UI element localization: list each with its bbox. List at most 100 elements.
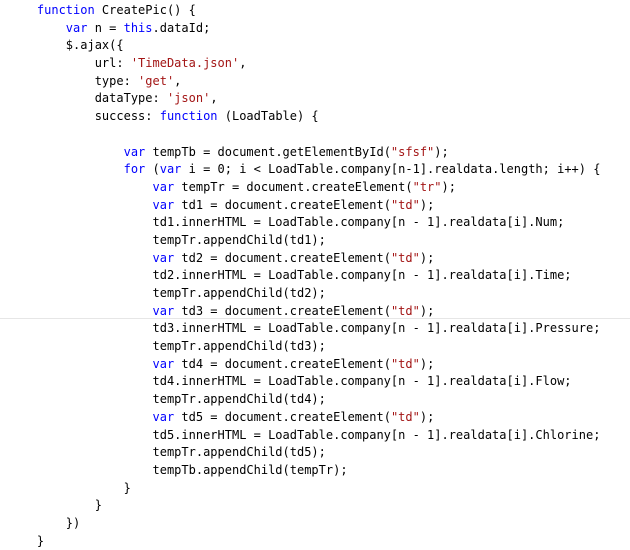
code-token: ( <box>145 162 160 177</box>
code-token-string: "td" <box>390 303 420 318</box>
code-lines: function CreatePic() { var n = this.data… <box>8 2 601 550</box>
code-token: td2 = document.createElement( <box>174 250 391 265</box>
code-token-keyword: function <box>36 3 95 17</box>
code-token: $.ajax({ <box>8 38 124 53</box>
code-token-keyword: var <box>65 20 88 35</box>
code-line: td2.innerHTML = LoadTable.company[n - 1]… <box>8 267 600 285</box>
code-editor[interactable]: function CreatePic() { var n = this.data… <box>0 0 630 548</box>
code-line: tempTr.appendChild(td4); <box>8 391 600 409</box>
code-token: ); <box>419 197 435 212</box>
code-token: tempTr.appendChild(td2); <box>8 286 326 300</box>
code-token-keyword: var <box>152 179 175 194</box>
code-line: tempTr.appendChild(td2); <box>8 285 600 303</box>
code-token: td3 = document.createElement( <box>174 303 391 318</box>
code-token: td2.innerHTML = LoadTable.company[n - 1]… <box>8 268 572 283</box>
code-line: } <box>8 497 600 515</box>
code-line: function CreatePic() { <box>8 2 600 20</box>
code-token-keyword: var <box>159 162 182 177</box>
code-token-string: "sfsf" <box>390 144 435 159</box>
code-token: dataType: <box>8 91 167 106</box>
code-line: success: function (LoadTable) { <box>8 108 600 126</box>
code-token: , <box>174 73 182 88</box>
code-token-string: 'get' <box>138 73 175 88</box>
code-token: ); <box>441 179 456 194</box>
code-line: tempTr.appendChild(td5); <box>8 444 600 462</box>
code-token: tempTr.appendChild(td1); <box>8 232 326 247</box>
code-line: var tempTb = document.getElementById("sf… <box>8 144 600 162</box>
code-token: ); <box>434 144 449 159</box>
code-token: td5.innerHTML = LoadTable.company[n - 1]… <box>8 427 601 442</box>
code-line: tempTb.appendChild(tempTr); <box>8 462 600 480</box>
code-token: tempTb.appendChild(tempTr); <box>8 462 348 477</box>
code-token: success: <box>8 109 160 124</box>
code-token-keyword: for <box>123 162 146 177</box>
code-line: tempTr.appendChild(td1); <box>8 232 600 250</box>
code-token: td3.innerHTML = LoadTable.company[n - 1]… <box>8 321 601 336</box>
code-token: } <box>8 533 45 548</box>
code-token-string: "td" <box>390 250 420 265</box>
code-token: }) <box>8 515 81 530</box>
code-line: } <box>8 480 600 498</box>
code-token: url: <box>8 56 131 71</box>
code-token-keyword: var <box>123 144 146 159</box>
code-token: tempTr.appendChild(td4); <box>8 392 326 407</box>
code-token-string: "td" <box>390 409 420 424</box>
code-token-keyword: var <box>152 356 175 371</box>
code-token-string: "td" <box>390 197 420 212</box>
code-line: url: 'TimeData.json', <box>8 55 600 73</box>
code-token: } <box>8 498 102 513</box>
code-token: ); <box>419 250 435 265</box>
code-token-string: 'json' <box>166 91 211 106</box>
code-token: td5 = document.createElement( <box>174 409 391 424</box>
code-token: td1 = document.createElement( <box>174 197 391 212</box>
code-token: (LoadTable) { <box>217 109 319 124</box>
code-token-keyword: this <box>123 20 153 35</box>
code-token: n = <box>87 20 124 35</box>
code-token: , <box>210 91 218 106</box>
code-line: }) <box>8 515 600 533</box>
code-line: var td5 = document.createElement("td"); <box>8 409 600 427</box>
code-token: ); <box>419 356 435 371</box>
code-token-string: "tr" <box>412 179 442 194</box>
code-token-string: "td" <box>390 356 420 371</box>
code-token: ); <box>419 303 435 318</box>
code-token-keyword: function <box>159 109 218 124</box>
code-token: , <box>239 56 247 71</box>
code-line: td5.innerHTML = LoadTable.company[n - 1]… <box>8 427 600 445</box>
code-token: } <box>8 480 131 495</box>
code-line: dataType: 'json', <box>8 90 600 108</box>
code-token: td1.innerHTML = LoadTable.company[n - 1]… <box>8 215 565 230</box>
code-line: td3.innerHTML = LoadTable.company[n - 1]… <box>8 320 600 338</box>
code-token: ); <box>419 409 435 424</box>
code-line: for (var i = 0; i < LoadTable.company[n-… <box>8 161 601 179</box>
code-token: tempTb = document.getElementById( <box>145 144 391 159</box>
code-line: var td3 = document.createElement("td"); <box>8 303 600 321</box>
code-token-keyword: var <box>152 303 175 318</box>
code-token: type: <box>8 73 139 88</box>
code-token: i = 0; i < LoadTable.company[n-1].realda… <box>181 162 601 177</box>
code-token: tempTr.appendChild(td5); <box>8 445 326 460</box>
code-line: var n = this.dataId; <box>8 20 600 38</box>
code-token: td4 = document.createElement( <box>174 356 391 371</box>
code-token: .dataId; <box>152 20 211 35</box>
code-token: tempTr.appendChild(td3); <box>8 339 326 354</box>
code-line: tempTr.appendChild(td3); <box>8 338 600 356</box>
code-line: var td1 = document.createElement("td"); <box>8 197 600 215</box>
code-token-string: 'TimeData.json' <box>130 56 240 71</box>
code-token-keyword: var <box>152 250 175 265</box>
code-line: } <box>8 533 600 550</box>
code-token-keyword: var <box>152 197 175 212</box>
code-line: var tempTr = document.createElement("tr"… <box>8 179 600 197</box>
code-token: td4.innerHTML = LoadTable.company[n - 1]… <box>8 374 572 389</box>
code-line: td1.innerHTML = LoadTable.company[n - 1]… <box>8 214 600 232</box>
